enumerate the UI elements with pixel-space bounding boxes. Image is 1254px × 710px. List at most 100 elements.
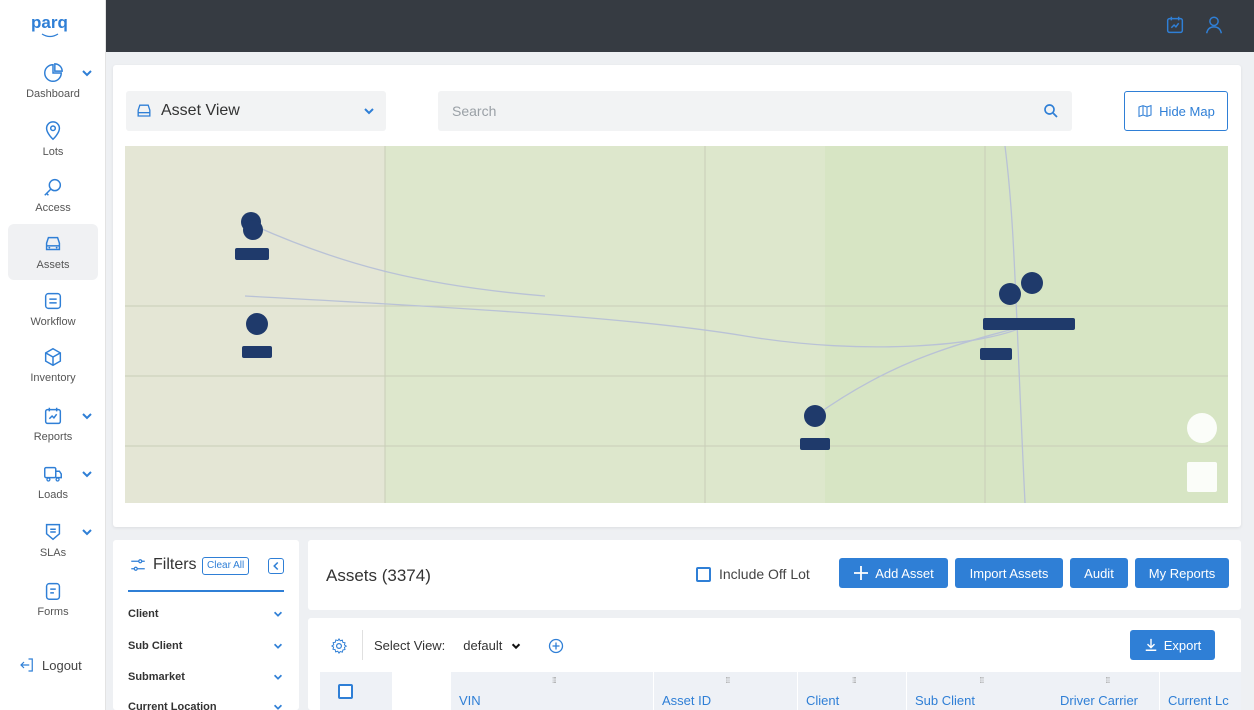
include-off-lot-checkbox[interactable]	[696, 566, 711, 582]
search-icon[interactable]	[1042, 102, 1060, 120]
column-label: Sub Client	[915, 693, 975, 708]
filters-title: Filters	[153, 556, 197, 573]
filter-sliders-icon	[131, 559, 145, 571]
sidebar-item-label: Reports	[33, 431, 73, 443]
sidebar-item-reports[interactable]: Reports	[8, 405, 98, 443]
audit-button[interactable]: Audit	[1070, 558, 1128, 588]
column-header-current-location[interactable]: Current Lc	[1160, 672, 1241, 710]
chevron-down-icon	[273, 643, 283, 649]
filter-client[interactable]: Client	[128, 608, 284, 620]
add-asset-label: Add Asset	[875, 565, 934, 581]
my-reports-button[interactable]: My Reports	[1135, 558, 1229, 588]
logout-label: Logout	[42, 657, 82, 673]
add-circle-icon[interactable]	[548, 638, 564, 654]
filters-header: Filters	[129, 556, 197, 574]
filter-label: Submarket	[128, 671, 185, 683]
add-asset-button[interactable]: Add Asset	[839, 558, 948, 588]
column-label: Driver Carrier	[1060, 693, 1138, 708]
hide-map-button[interactable]: Hide Map	[1124, 91, 1228, 131]
export-label: Export	[1163, 637, 1202, 653]
assets-table-panel: Select View: default Export ⁞⁞⁞ VIN ⁞⁞⁞ …	[308, 618, 1241, 710]
select-all-header	[320, 672, 392, 710]
drag-handle-icon[interactable]: ⁞⁞⁞	[980, 676, 985, 685]
column-header-driver-carrier[interactable]: ⁞⁞⁞ Driver Carrier	[1052, 672, 1159, 710]
chevron-down-icon	[512, 643, 521, 649]
select-view-value: default	[463, 638, 503, 653]
sidebar: parq Dashboard Lots Access Assets Workfl…	[0, 0, 106, 710]
chevron-down-icon	[364, 108, 374, 115]
shield-icon	[45, 523, 61, 541]
car-icon	[137, 104, 151, 117]
clear-all-button[interactable]: Clear All	[202, 557, 250, 575]
asset-map[interactable]	[125, 146, 1228, 503]
drag-handle-icon[interactable]: ⁞⁞⁞	[552, 676, 557, 685]
column-header-vin[interactable]: ⁞⁞⁞ VIN	[451, 672, 653, 710]
workflow-icon	[44, 292, 62, 310]
car-icon	[45, 236, 61, 251]
drag-handle-icon[interactable]: ⁞⁞⁞	[1106, 676, 1111, 685]
gear-icon[interactable]	[330, 637, 348, 655]
pie-chart-icon	[44, 63, 63, 82]
chevron-down-icon[interactable]	[80, 66, 94, 80]
toolbar-divider	[362, 630, 363, 660]
sidebar-item-loads[interactable]: Loads	[8, 463, 98, 501]
column-header-asset-id[interactable]: ⁞⁞⁞ Asset ID	[654, 672, 797, 710]
sidebar-item-lots[interactable]: Lots	[8, 120, 98, 158]
logout-button[interactable]: Logout	[18, 656, 82, 674]
map-panel: Asset View Hide Map	[113, 65, 1241, 527]
sidebar-item-label: Dashboard	[26, 88, 80, 100]
svg-text:parq: parq	[31, 13, 68, 32]
form-icon	[45, 582, 61, 600]
column-label: Asset ID	[662, 693, 712, 708]
sidebar-item-slas[interactable]: SLAs	[8, 521, 98, 559]
sidebar-item-assets[interactable]: Assets	[8, 224, 98, 280]
filter-label: Client	[128, 608, 159, 620]
sidebar-item-forms[interactable]: Forms	[8, 580, 98, 618]
sidebar-item-label: Forms	[37, 606, 69, 618]
sidebar-item-workflow[interactable]: Workflow	[8, 290, 98, 328]
sidebar-item-dashboard[interactable]: Dashboard	[8, 62, 98, 100]
select-view-dropdown[interactable]: default	[463, 638, 522, 653]
parq-logo: parq	[31, 13, 68, 38]
sidebar-item-label: Lots	[42, 146, 64, 158]
download-icon	[1145, 638, 1156, 651]
chevron-down-icon[interactable]	[80, 525, 94, 539]
logout-icon	[20, 658, 33, 672]
filter-label: Sub Client	[128, 640, 183, 652]
column-header-sub-client[interactable]: ⁞⁞⁞ Sub Client	[907, 672, 1052, 710]
drag-handle-icon[interactable]: ⁞⁞⁞	[726, 676, 731, 685]
sidebar-item-access[interactable]: Access	[8, 176, 98, 214]
chevron-left-icon[interactable]	[268, 558, 284, 574]
column-header-client[interactable]: ⁞⁞⁞ Client	[798, 672, 906, 710]
include-off-lot-toggle[interactable]: Include Off Lot	[696, 566, 810, 582]
column-label: Current Lc	[1168, 693, 1229, 708]
filter-label: Current Location	[128, 701, 217, 710]
select-all-checkbox[interactable]	[338, 684, 353, 699]
sidebar-item-inventory[interactable]: Inventory	[8, 346, 98, 384]
filter-submarket[interactable]: Submarket	[128, 671, 284, 683]
chevron-down-icon	[273, 704, 283, 710]
search-input[interactable]	[438, 91, 1018, 131]
key-icon	[44, 178, 62, 196]
column-label: VIN	[459, 693, 481, 708]
select-view-label: Select View:	[374, 638, 446, 653]
import-assets-button[interactable]: Import Assets	[955, 558, 1063, 588]
report-icon	[44, 407, 62, 425]
chevron-down-icon[interactable]	[80, 409, 94, 423]
box-icon	[44, 347, 62, 367]
sidebar-item-label: Inventory	[30, 372, 76, 384]
export-button[interactable]: Export	[1130, 630, 1215, 660]
filter-current-location[interactable]: Current Location	[128, 701, 284, 710]
filter-sub-client[interactable]: Sub Client	[128, 640, 284, 652]
user-icon[interactable]	[1203, 14, 1225, 36]
drag-handle-icon[interactable]: ⁞⁞⁞	[852, 676, 857, 685]
sidebar-item-label: Access	[35, 202, 71, 214]
top-bar	[106, 0, 1254, 52]
map-icon	[1138, 104, 1152, 118]
report-icon[interactable]	[1164, 14, 1186, 36]
chevron-down-icon[interactable]	[80, 467, 94, 481]
asset-view-select[interactable]: Asset View	[126, 91, 386, 131]
hide-map-label: Hide Map	[1159, 103, 1215, 119]
search-box	[438, 91, 1072, 131]
column-label: Client	[806, 693, 840, 708]
